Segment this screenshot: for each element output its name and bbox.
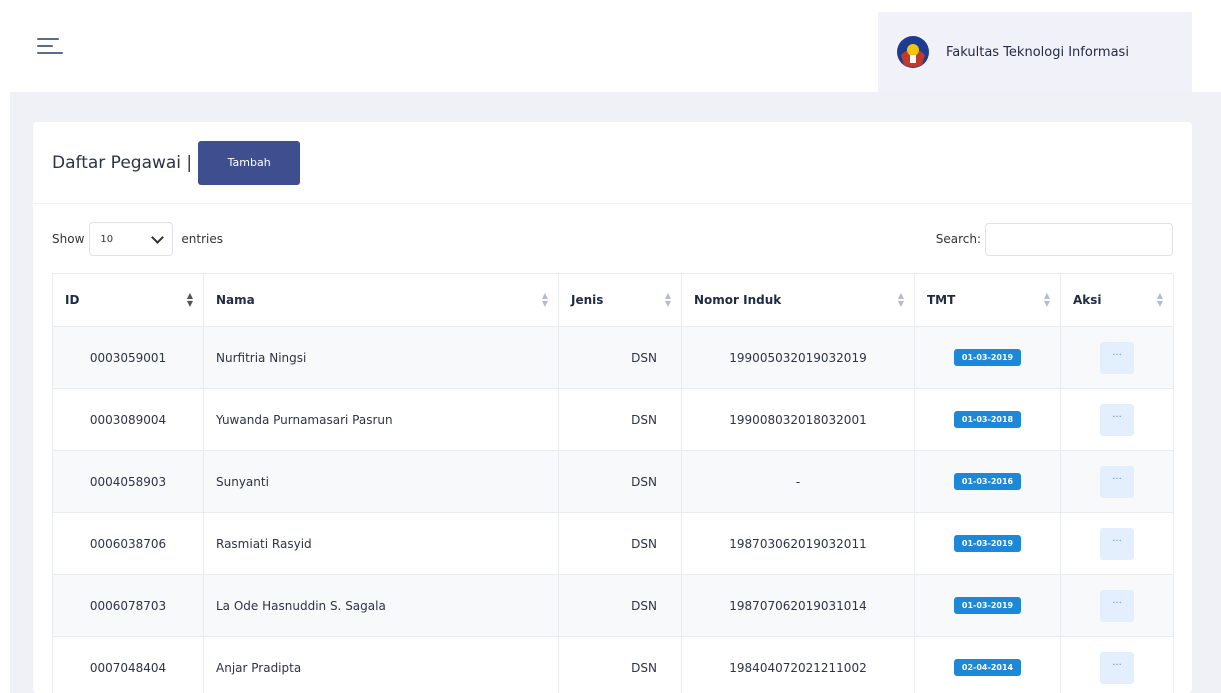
cell-jenis: DSN xyxy=(558,574,682,637)
table-row: 0003089004 Yuwanda Purnamasari Pasrun DS… xyxy=(52,388,1174,451)
cell-tmt: 01-03-2019 xyxy=(914,512,1061,575)
table-controls: Show 10 entries Search: xyxy=(52,222,1173,256)
table-row: 0003059001 Nurfitria Ningsi DSN 19900503… xyxy=(52,326,1174,389)
employee-card: Daftar Pegawai | Tambah Show 10 entries … xyxy=(33,122,1192,693)
cell-nama: Sunyanti xyxy=(203,450,559,513)
sort-icon: ▲ ▼ xyxy=(541,291,548,308)
action-menu-button[interactable]: ··· xyxy=(1100,403,1134,436)
action-menu-button[interactable]: ··· xyxy=(1100,527,1134,560)
cell-aksi: ··· xyxy=(1060,388,1174,451)
cell-jenis: DSN xyxy=(558,636,682,693)
column-header-nama[interactable]: Nama ▲ ▼ xyxy=(203,273,559,327)
column-header-aksi[interactable]: Aksi ▲ ▼ xyxy=(1060,273,1174,327)
table-header-row: ID ▲ ▼ Nama ▲ ▼ Jenis ▲ ▼ Nomor Induk ▲ ▼ TMT ▲ ▼ … xyxy=(52,273,1174,327)
cell-id: 0003059001 xyxy=(52,326,204,389)
column-header-jenis[interactable]: Jenis ▲ ▼ xyxy=(558,273,682,327)
entries-select[interactable]: 10 xyxy=(89,222,174,256)
action-menu-button[interactable]: ··· xyxy=(1100,341,1134,374)
hamburger-menu-icon[interactable] xyxy=(37,38,63,58)
cell-aksi: ··· xyxy=(1060,326,1174,389)
cell-nama: Nurfitria Ningsi xyxy=(203,326,559,389)
cell-nama: La Ode Hasnuddin S. Sagala xyxy=(203,574,559,637)
table-row: 0006078703 La Ode Hasnuddin S. Sagala DS… xyxy=(52,574,1174,637)
university-logo-icon xyxy=(897,36,929,68)
action-menu-button[interactable]: ··· xyxy=(1100,651,1134,684)
employee-table: ID ▲ ▼ Nama ▲ ▼ Jenis ▲ ▼ Nomor Induk ▲ ▼ TMT ▲ ▼ … xyxy=(52,273,1174,693)
cell-aksi: ··· xyxy=(1060,574,1174,637)
show-label: Show xyxy=(52,232,85,246)
table-row: 0004058903 Sunyanti DSN - 01-03-2016 ··· xyxy=(52,450,1174,513)
cell-tmt: 01-03-2019 xyxy=(914,326,1061,389)
sort-icon: ▲ ▼ xyxy=(897,291,904,308)
tmt-badge: 01-03-2019 xyxy=(953,597,1022,614)
cell-id: 0006038706 xyxy=(52,512,204,575)
cell-jenis: DSN xyxy=(558,512,682,575)
cell-nama: Anjar Pradipta xyxy=(203,636,559,693)
column-header-nomor-induk[interactable]: Nomor Induk ▲ ▼ xyxy=(681,273,915,327)
action-menu-button[interactable]: ··· xyxy=(1100,465,1134,498)
table-row: 0006038706 Rasmiati Rasyid DSN 198703062… xyxy=(52,512,1174,575)
sort-icon: ▲ ▼ xyxy=(664,291,671,308)
tmt-badge: 02-04-2014 xyxy=(953,659,1022,676)
cell-nama: Yuwanda Purnamasari Pasrun xyxy=(203,388,559,451)
cell-id: 0006078703 xyxy=(52,574,204,637)
cell-aksi: ··· xyxy=(1060,512,1174,575)
cell-tmt: 01-03-2016 xyxy=(914,450,1061,513)
cell-jenis: DSN xyxy=(558,326,682,389)
card-header: Daftar Pegawai | Tambah xyxy=(33,122,1192,204)
cell-nomor-induk: 198707062019031014 xyxy=(681,574,915,637)
top-navbar: Fakultas Teknologi Informasi xyxy=(0,0,1221,92)
cell-jenis: DSN xyxy=(558,388,682,451)
search-input[interactable] xyxy=(985,222,1173,256)
tmt-badge: 01-03-2018 xyxy=(953,411,1022,428)
cell-nomor-induk: 198404072021211002 xyxy=(681,636,915,693)
add-button[interactable]: Tambah xyxy=(198,140,301,185)
cell-aksi: ··· xyxy=(1060,636,1174,693)
cell-id: 0007048404 xyxy=(52,636,204,693)
search-label: Search: xyxy=(935,232,981,246)
show-entries: Show 10 entries xyxy=(52,222,223,256)
cell-id: 0003089004 xyxy=(52,388,204,451)
search-box: Search: xyxy=(936,222,1173,256)
tmt-badge: 01-03-2019 xyxy=(953,349,1022,366)
tmt-badge: 01-03-2016 xyxy=(953,473,1022,490)
brand-box[interactable]: Fakultas Teknologi Informasi xyxy=(878,12,1192,92)
cell-id: 0004058903 xyxy=(52,450,204,513)
table-row: 0007048404 Anjar Pradipta DSN 1984040720… xyxy=(52,636,1174,693)
cell-tmt: 01-03-2019 xyxy=(914,574,1061,637)
cell-nomor-induk: 199008032018032001 xyxy=(681,388,915,451)
chevron-down-icon xyxy=(151,230,165,244)
cell-tmt: 01-03-2018 xyxy=(914,388,1061,451)
entries-label: entries xyxy=(181,232,223,246)
cell-nomor-induk: - xyxy=(681,450,915,513)
column-header-id[interactable]: ID ▲ ▼ xyxy=(52,273,204,327)
cell-aksi: ··· xyxy=(1060,450,1174,513)
entries-value: 10 xyxy=(100,233,114,245)
cell-nomor-induk: 198703062019032011 xyxy=(681,512,915,575)
brand-name: Fakultas Teknologi Informasi xyxy=(946,44,1129,60)
action-menu-button[interactable]: ··· xyxy=(1100,589,1134,622)
column-header-tmt[interactable]: TMT ▲ ▼ xyxy=(914,273,1061,327)
tmt-badge: 01-03-2019 xyxy=(953,535,1022,552)
sort-icon: ▲ ▼ xyxy=(1156,291,1163,308)
sort-icon: ▲ ▼ xyxy=(186,291,193,308)
cell-jenis: DSN xyxy=(558,450,682,513)
cell-nama: Rasmiati Rasyid xyxy=(203,512,559,575)
cell-nomor-induk: 199005032019032019 xyxy=(681,326,915,389)
cell-tmt: 02-04-2014 xyxy=(914,636,1061,693)
sort-icon: ▲ ▼ xyxy=(1043,291,1050,308)
page-title: Daftar Pegawai | xyxy=(52,152,193,173)
